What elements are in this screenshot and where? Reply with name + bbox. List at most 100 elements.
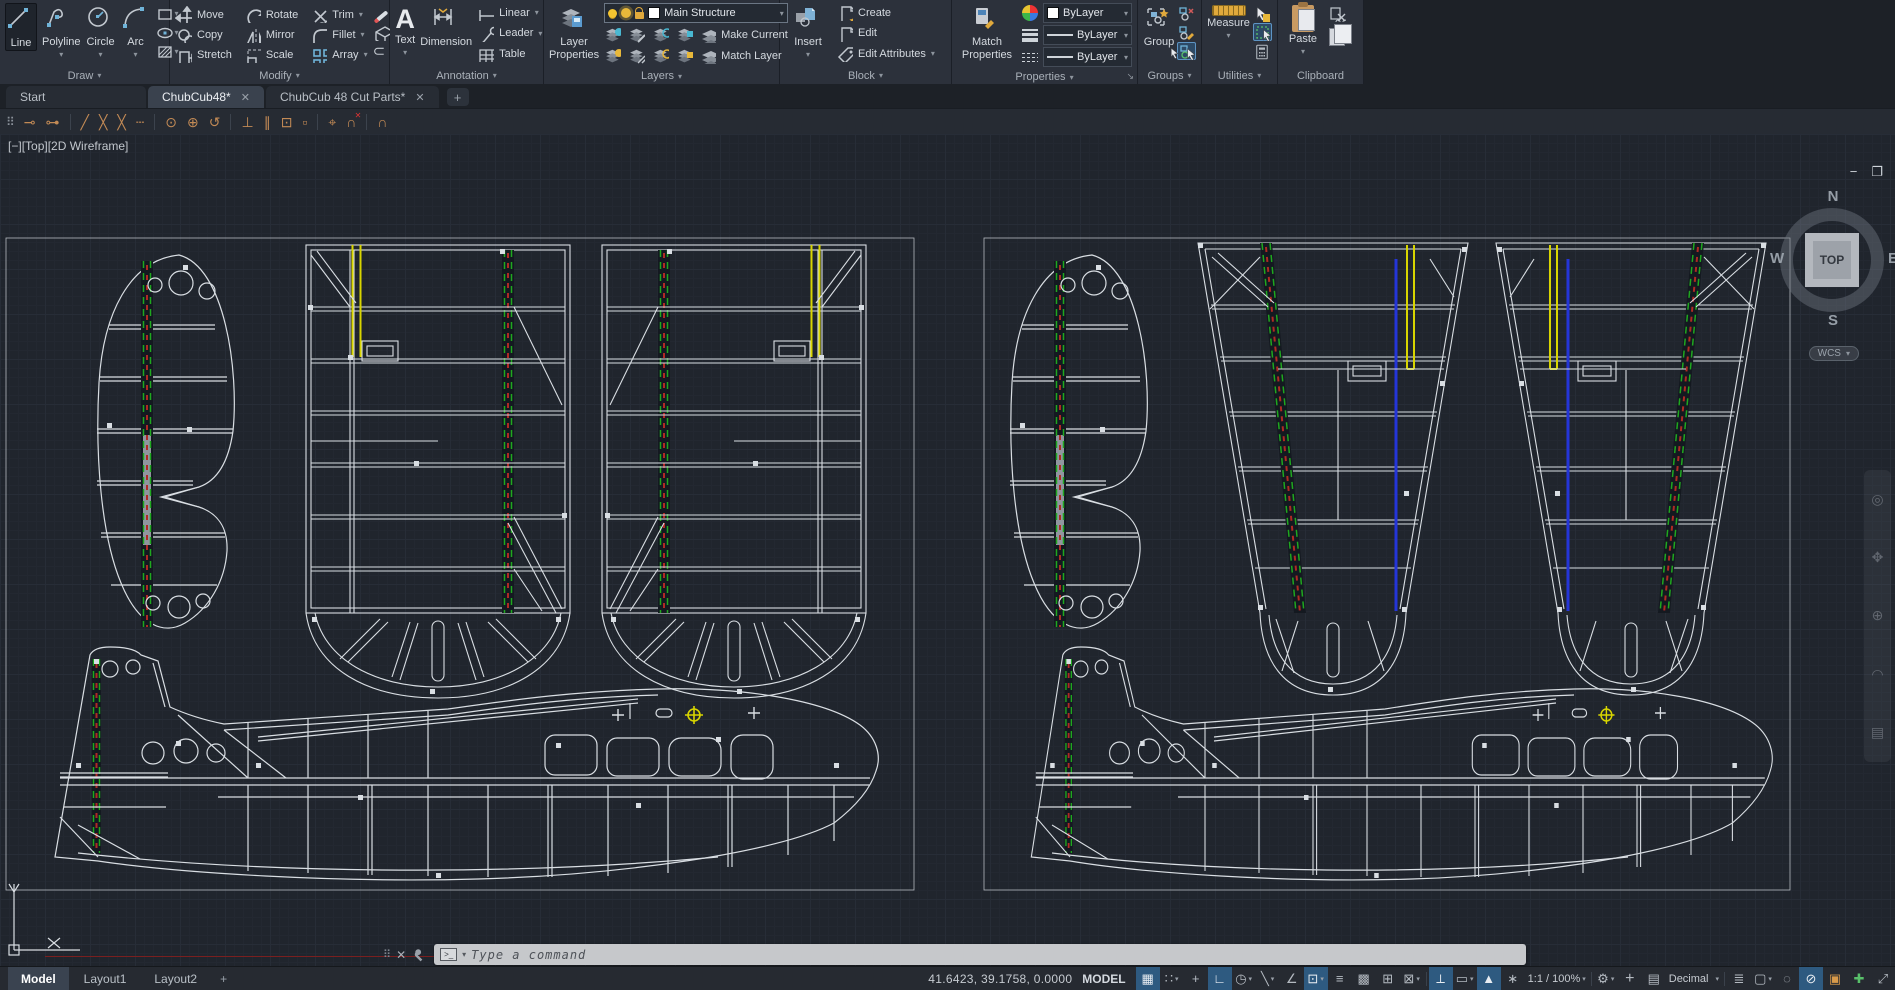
showmotion-icon[interactable]: ▤ (1871, 724, 1884, 741)
tapered-wing-panel-a[interactable] (1198, 243, 1468, 695)
offset-button[interactable]: ⊂ (373, 42, 390, 60)
lineweight-dropdown[interactable]: ByLayer▾ (1043, 25, 1132, 45)
pan-icon[interactable]: ✥ (1872, 549, 1884, 566)
create-block-button[interactable]: Create (836, 3, 935, 22)
line-button[interactable]: Line (5, 3, 37, 51)
groups-panel-label[interactable]: Groups▾ (1138, 67, 1201, 84)
fuselage-side-left[interactable] (55, 647, 878, 880)
rotate-button[interactable]: Rotate (244, 5, 298, 24)
add-cleanup-button[interactable]: + (1618, 967, 1642, 990)
grid-toggle[interactable]: ▦ (1136, 967, 1160, 990)
layer-lock-icon[interactable] (676, 26, 693, 43)
osnap-settings-icon[interactable]: ∩ (377, 115, 387, 129)
tab-chubcub48-cut-parts[interactable]: ChubCub 48 Cut Parts*✕ (266, 86, 439, 108)
command-close-icon[interactable]: ✕ (396, 948, 406, 962)
text-button[interactable]: AText▾ (395, 3, 415, 57)
array-button[interactable]: Array▾ (310, 45, 367, 64)
snap-off-icon[interactable]: ∩✕ (346, 115, 356, 129)
modify-panel-label[interactable]: Modify▾ (170, 67, 389, 84)
snap-extension-icon[interactable]: ┄ (136, 115, 144, 129)
layer-freeze-icon[interactable] (652, 26, 669, 43)
edit-block-button[interactable]: Edit (836, 24, 935, 43)
edit-attributes-button[interactable]: Edit Attributes▾ (836, 44, 935, 63)
quick-calc-button[interactable] (1253, 42, 1272, 60)
match-properties-button[interactable]: Match Properties (957, 3, 1017, 61)
isolate-objects-button[interactable]: ▤ (1642, 967, 1666, 990)
ucs-toggle[interactable]: ⟂ (1429, 967, 1453, 990)
snap-node-icon[interactable]: ▫ (302, 115, 307, 129)
circle-button[interactable]: Circle▾ (86, 3, 116, 59)
command-drag-handle[interactable]: ⠿ (383, 948, 389, 961)
snap-apparent-intersection-icon[interactable]: ╱ (81, 115, 89, 129)
ortho-toggle[interactable]: ∟ (1208, 967, 1232, 990)
layer-properties-button[interactable]: Layer Properties (549, 3, 599, 61)
snap-quadrant-icon[interactable]: ⊕ (187, 115, 199, 129)
layer-unisolate-icon[interactable] (628, 47, 645, 64)
snap-perpendicular-icon[interactable]: ⊥ (241, 115, 253, 129)
move-button[interactable]: Move (175, 5, 232, 24)
dimension-button[interactable]: Dimension (420, 3, 472, 49)
object-snap-toggle[interactable]: ⊡▾ (1304, 967, 1328, 990)
close-icon[interactable]: ✕ (241, 91, 250, 104)
viewcube-east[interactable]: E (1888, 250, 1895, 267)
annotation-panel-label[interactable]: Annotation▾ (390, 67, 543, 84)
snap-parallel-icon[interactable]: ∥ (264, 115, 271, 129)
snap-mode-toggle[interactable]: ∷▾ (1160, 967, 1184, 990)
object-color-dropdown[interactable]: ByLayer▾ (1043, 3, 1132, 23)
layer-unlock-row-icon[interactable] (676, 47, 693, 64)
viewport-view-control[interactable]: [Top] (22, 139, 48, 153)
tab-layout1[interactable]: Layout1 (71, 967, 140, 990)
viewport-tools-toggle[interactable]: ▭▾ (1453, 967, 1477, 990)
erase-button[interactable] (373, 4, 390, 22)
new-layout-button[interactable]: + (212, 967, 235, 990)
ungroup-button[interactable] (1177, 4, 1196, 22)
lineweight-toggle[interactable]: ≡ (1328, 967, 1352, 990)
wcs-menu[interactable]: WCS▾ (1809, 346, 1859, 361)
tab-start[interactable]: Start (6, 86, 146, 108)
model-space-indicator[interactable]: MODEL (1082, 972, 1125, 986)
trim-button[interactable]: Trim▾ (310, 5, 367, 24)
snap-endpoint-icon[interactable]: ⊸ (24, 115, 36, 129)
table-button[interactable]: Table (477, 44, 542, 63)
insert-button[interactable]: Insert▾ (785, 3, 831, 59)
layers-panel-label[interactable]: Layers▾ (544, 68, 779, 84)
wing-panel-left-b[interactable] (602, 245, 866, 698)
layer-thaw-row-icon[interactable] (652, 47, 669, 64)
auto-scale-toggle[interactable]: ∗ (1501, 967, 1525, 990)
tab-chubcub48[interactable]: ChubCub48*✕ (148, 86, 264, 108)
model-space-drawing[interactable] (0, 134, 1895, 966)
orbit-icon[interactable]: ◠ (1871, 666, 1883, 683)
copy-clip-button[interactable] (1329, 28, 1346, 46)
arc-button[interactable]: Arc▾ (121, 3, 151, 59)
snap-intersection-icon[interactable]: ╳ (99, 115, 107, 129)
drawing-canvas[interactable]: [−] [Top] [2D Wireframe] − ❐ N S W E TOP… (0, 134, 1895, 966)
quick-select-button[interactable] (1253, 4, 1272, 22)
navigation-bar[interactable]: ◎ ✥ ⊕ ◠ ▤ (1864, 470, 1891, 762)
paste-button[interactable]: Paste▾ (1283, 3, 1323, 56)
utilities-panel-label[interactable]: Utilities▾ (1202, 67, 1277, 84)
polar-tracking-toggle[interactable]: ◷▾ (1232, 967, 1256, 990)
viewport-minimize-control[interactable]: [−] (8, 139, 22, 153)
command-customize-wrench-icon[interactable] (413, 948, 427, 962)
3d-object-snap-toggle[interactable]: ⊠▾ (1400, 967, 1424, 990)
annotation-scale-control[interactable]: 1:1 / 100%▾ (1525, 967, 1589, 990)
snap-midpoint-icon[interactable]: ⊶ (46, 115, 60, 129)
polyline-button[interactable]: Polyline▾ (42, 3, 81, 59)
fillet-button[interactable]: Fillet▾ (310, 25, 367, 44)
copy-button[interactable]: Copy (175, 25, 232, 44)
viewcube-west[interactable]: W (1770, 250, 1784, 267)
dynamic-input-toggle[interactable]: + (1184, 967, 1208, 990)
viewcube-top-face[interactable]: TOP (1805, 233, 1859, 287)
command-input[interactable]: >_ ▾ Type a command (434, 944, 1526, 965)
fuselage-side-right[interactable] (1031, 647, 1772, 880)
layer-isolate-icon[interactable] (628, 26, 645, 43)
selection-cycling-toggle[interactable]: ⊞ (1376, 967, 1400, 990)
layer-off-icon[interactable] (604, 26, 621, 43)
snap-insertion-icon[interactable]: ⊡ (281, 115, 293, 129)
customization-gear[interactable]: ⚙▾ (1594, 967, 1618, 990)
wingtip-rib-part-right[interactable] (1010, 255, 1147, 628)
drag-handle-icon[interactable]: ⠿ (6, 116, 14, 128)
clipboard-panel-label[interactable]: Clipboard (1278, 67, 1363, 84)
snap-center-icon[interactable]: ⊙ (165, 115, 177, 129)
mirror-button[interactable]: Mirror (244, 25, 298, 44)
